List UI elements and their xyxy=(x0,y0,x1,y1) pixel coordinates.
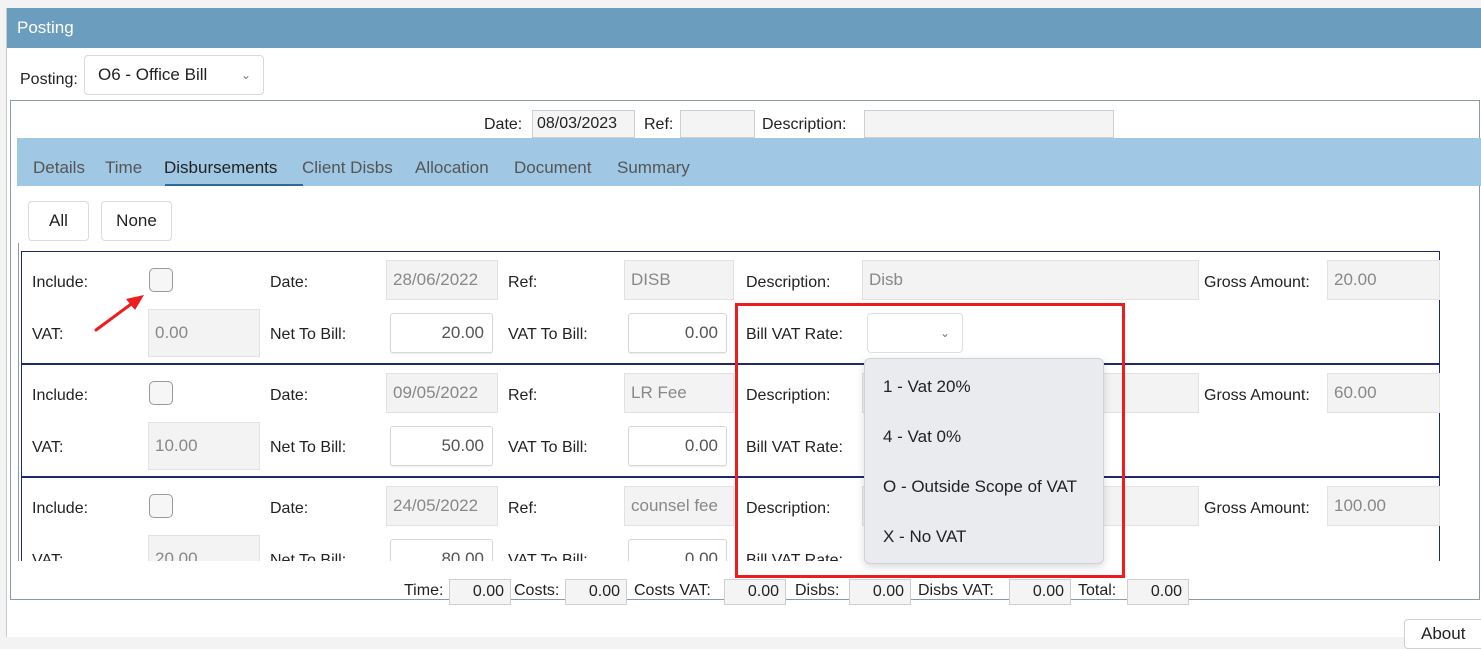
include-label: Include: xyxy=(32,387,89,404)
ref-field[interactable] xyxy=(680,110,755,138)
vat-to-bill-label: VAT To Bill: xyxy=(508,552,588,561)
date-label: Date: xyxy=(270,500,309,517)
vat-label: VAT: xyxy=(32,439,64,456)
tab-disbursements[interactable]: Disbursements xyxy=(164,158,277,178)
disbursement-row: Include: Date: 28/06/2022 Ref: DISB Desc… xyxy=(21,251,1440,364)
ref-label: Ref: xyxy=(508,387,538,404)
posting-select[interactable]: O6 - Office Bill ⌄ xyxy=(84,55,264,95)
tab-document[interactable]: Document xyxy=(514,158,591,178)
net-to-bill-label: Net To Bill: xyxy=(270,552,347,561)
vat-rate-dropdown: 1 - Vat 20% 4 - Vat 0% O - Outside Scope… xyxy=(864,358,1104,564)
gross-amount-label: Gross Amount: xyxy=(1204,274,1310,291)
net-to-bill-input[interactable]: 50.00 xyxy=(390,426,493,466)
ref-label: Ref: xyxy=(508,500,538,517)
tab-bar: Details Time Disbursements Client Disbs … xyxy=(17,138,1481,186)
disbursement-list: Include: Date: 28/06/2022 Ref: DISB Desc… xyxy=(18,243,1481,561)
bill-vat-rate-label: Bill VAT Rate: xyxy=(746,552,843,561)
row-ref: counsel fee xyxy=(624,486,734,526)
include-checkbox[interactable] xyxy=(149,381,173,405)
chevron-down-icon: ⌄ xyxy=(939,326,950,340)
tab-allocation[interactable]: Allocation xyxy=(415,158,489,178)
net-to-bill-label: Net To Bill: xyxy=(270,439,347,456)
date-field[interactable]: 08/03/2023 xyxy=(532,110,635,138)
disbs-total: 0.00 xyxy=(849,579,911,605)
row-gross-amount: 20.00 xyxy=(1327,260,1440,300)
costs-total: 0.00 xyxy=(565,579,627,605)
disbs-vat-total-label: Disbs VAT: xyxy=(918,582,994,599)
gross-amount-label: Gross Amount: xyxy=(1204,387,1310,404)
date-label: Date: xyxy=(484,116,523,133)
vat-option-4[interactable]: 4 - Vat 0% xyxy=(883,427,961,447)
tab-details[interactable]: Details xyxy=(33,158,85,178)
about-button[interactable]: About xyxy=(1404,619,1481,649)
tab-client-disbs[interactable]: Client Disbs xyxy=(302,158,393,178)
time-total: 0.00 xyxy=(449,579,511,605)
net-to-bill-input[interactable]: 20.00 xyxy=(390,313,493,353)
vat-label: VAT: xyxy=(32,552,64,561)
ref-label: Ref: xyxy=(508,274,538,291)
vat-option-1[interactable]: 1 - Vat 20% xyxy=(883,377,971,397)
window-title: Posting xyxy=(7,8,1481,48)
time-total-label: Time: xyxy=(404,582,444,599)
disbursement-row: Include: Date: 24/05/2022 Ref: counsel f… xyxy=(21,477,1440,561)
active-tab-indicator xyxy=(165,184,303,186)
disbursement-row: Include: Date: 09/05/2022 Ref: LR Fee De… xyxy=(21,364,1440,477)
vat-option-o[interactable]: O - Outside Scope of VAT xyxy=(883,477,1077,497)
grand-total: 0.00 xyxy=(1127,579,1189,605)
net-to-bill-input[interactable]: 80.00 xyxy=(390,539,493,561)
posting-label: Posting: xyxy=(20,71,78,88)
chevron-down-icon: ⌄ xyxy=(240,68,251,82)
description-label: Description: xyxy=(746,500,831,517)
include-label: Include: xyxy=(32,274,89,291)
vat-to-bill-label: VAT To Bill: xyxy=(508,439,588,456)
select-all-button[interactable]: All xyxy=(28,201,89,241)
vat-to-bill-input[interactable]: 0.00 xyxy=(628,426,727,466)
date-label: Date: xyxy=(270,387,309,404)
tab-summary[interactable]: Summary xyxy=(617,158,690,178)
posting-value: O6 - Office Bill xyxy=(98,65,208,84)
net-to-bill-label: Net To Bill: xyxy=(270,326,347,343)
bill-vat-rate-label: Bill VAT Rate: xyxy=(746,439,843,456)
include-label: Include: xyxy=(32,500,89,517)
row-gross-amount: 100.00 xyxy=(1327,486,1440,526)
bill-vat-rate-label: Bill VAT Rate: xyxy=(746,326,843,343)
costs-total-label: Costs: xyxy=(514,582,560,599)
row-vat: 10.00 xyxy=(148,422,260,470)
date-label: Date: xyxy=(270,274,309,291)
description-label: Description: xyxy=(762,116,847,133)
ref-label: Ref: xyxy=(644,116,674,133)
vat-label: VAT: xyxy=(32,326,64,343)
annotation-arrow-icon xyxy=(94,295,144,332)
gross-amount-label: Gross Amount: xyxy=(1204,500,1310,517)
description-label: Description: xyxy=(746,274,831,291)
vat-to-bill-label: VAT To Bill: xyxy=(508,326,588,343)
costs-vat-total: 0.00 xyxy=(724,579,786,605)
description-field[interactable] xyxy=(864,110,1114,138)
select-none-button[interactable]: None xyxy=(101,201,172,241)
vat-to-bill-input[interactable]: 0.00 xyxy=(628,313,727,353)
row-ref: DISB xyxy=(624,260,734,300)
row-date: 28/06/2022 xyxy=(386,260,498,300)
disbs-total-label: Disbs: xyxy=(795,582,840,599)
costs-vat-total-label: Costs VAT: xyxy=(634,582,711,599)
include-checkbox[interactable] xyxy=(149,268,173,292)
grand-total-label: Total: xyxy=(1078,582,1117,599)
include-checkbox[interactable] xyxy=(149,494,173,518)
vat-option-x[interactable]: X - No VAT xyxy=(883,527,966,547)
disbs-vat-total: 0.00 xyxy=(1009,579,1071,605)
bill-vat-rate-select[interactable]: ⌄ xyxy=(867,313,963,353)
row-ref: LR Fee xyxy=(624,373,734,413)
row-vat: 20.00 xyxy=(148,535,260,561)
row-date: 09/05/2022 xyxy=(386,373,498,413)
description-label: Description: xyxy=(746,387,831,404)
vat-to-bill-input[interactable]: 0.00 xyxy=(628,539,727,561)
tab-time[interactable]: Time xyxy=(105,158,142,178)
row-description: Disb xyxy=(862,260,1199,300)
row-gross-amount: 60.00 xyxy=(1327,373,1440,413)
row-date: 24/05/2022 xyxy=(386,486,498,526)
